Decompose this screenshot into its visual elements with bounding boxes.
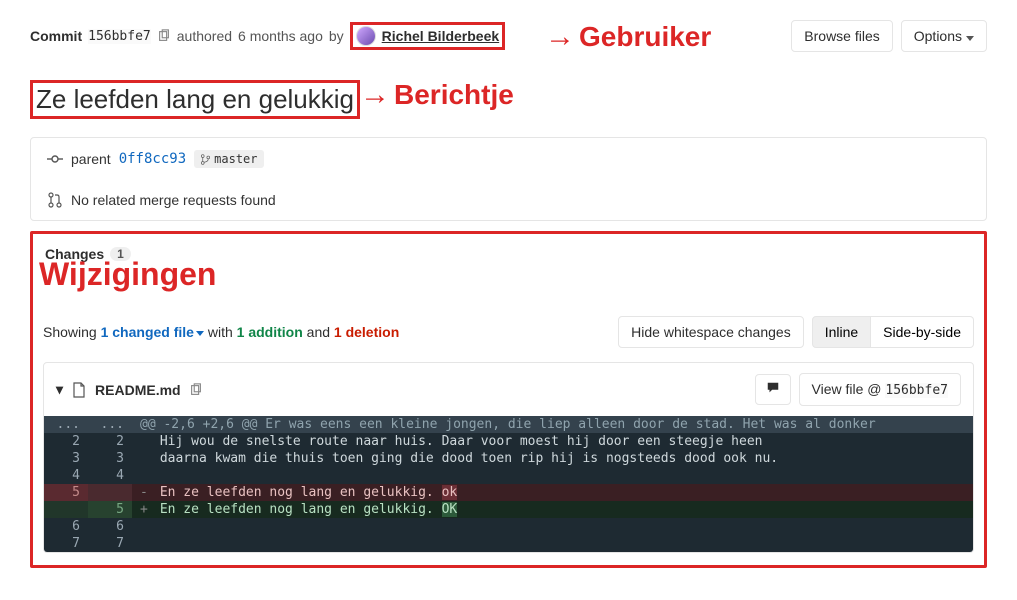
parent-sha-link[interactable]: 0ff8cc93 [119,151,186,167]
file-name: README.md [95,382,181,398]
diff-line [132,467,973,484]
copy-path-icon[interactable] [189,383,203,397]
comment-icon [766,381,780,395]
options-button[interactable]: Options [901,20,987,52]
authored-time: 6 months ago [238,28,323,44]
view-file-sha: 156bbfe7 [885,383,948,398]
line-number-old[interactable]: 4 [44,467,88,484]
options-label: Options [914,28,962,44]
line-number-new[interactable] [88,484,132,501]
changes-count: 1 [110,247,131,261]
diff-line: daarna kwam die thuis toen ging die dood… [132,450,973,467]
deletions-count: 1 deletion [334,324,399,340]
commit-message: Ze leefden lang en gelukkig [30,80,360,119]
diff-line [132,518,973,535]
merge-request-icon [47,192,63,208]
browse-files-button[interactable]: Browse files [791,20,892,52]
inline-toggle[interactable]: Inline [812,316,871,348]
branch-label[interactable]: master [194,150,263,168]
diff-line: - En ze leefden nog lang en gelukkig. ok [132,484,973,501]
chevron-down-icon [966,36,974,41]
diff-line: + En ze leefden nog lang en gelukkig. OK [132,501,973,518]
diff-line: Hij wou de snelste route naar huis. Daar… [132,433,973,450]
avatar[interactable] [356,26,376,46]
collapse-icon[interactable]: ▾ [56,381,63,398]
line-number-new[interactable]: 7 [88,535,132,552]
line-number-old[interactable]: 7 [44,535,88,552]
diff-table: ......@@ -2,6 +2,6 @@ Er was eens een kl… [44,416,973,552]
line-number-old[interactable]: 5 [44,484,88,501]
changes-tab[interactable]: Changes [45,246,104,262]
line-number-old[interactable]: 2 [44,433,88,450]
commit-icon [47,151,63,167]
commit-sha: 156bbfe7 [88,29,151,44]
branch-icon [200,154,211,165]
commit-label: Commit [30,28,82,44]
branch-name: master [214,152,257,166]
authored-prefix: authored [177,28,232,44]
author-link[interactable]: Richel Bilderbeek [382,28,500,44]
line-number-new[interactable]: 6 [88,518,132,535]
line-number-old[interactable]: 6 [44,518,88,535]
file-icon [71,382,87,398]
changes-summary: Showing 1 changed file with 1 addition a… [43,324,399,340]
line-number-new[interactable]: 4 [88,467,132,484]
line-number-old[interactable]: 3 [44,450,88,467]
line-number-new[interactable]: 5 [88,501,132,518]
parent-label: parent [71,151,111,167]
commit-info: Commit 156bbfe7 authored 6 months ago by… [30,22,505,50]
line-number-new[interactable]: 3 [88,450,132,467]
mr-text: No related merge requests found [71,192,276,208]
changed-files-link[interactable]: 1 changed file [101,324,204,340]
authored-by: by [329,28,344,44]
copy-icon[interactable] [157,29,171,43]
comment-button[interactable] [755,374,791,405]
hide-whitespace-button[interactable]: Hide whitespace changes [618,316,804,348]
additions-count: 1 addition [237,324,303,340]
line-number-old[interactable] [44,501,88,518]
side-by-side-toggle[interactable]: Side-by-side [871,316,974,348]
line-number-new[interactable]: 2 [88,433,132,450]
chevron-down-icon [196,331,204,336]
view-file-button[interactable]: View file @ 156bbfe7 [799,373,962,406]
diff-line [132,535,973,552]
